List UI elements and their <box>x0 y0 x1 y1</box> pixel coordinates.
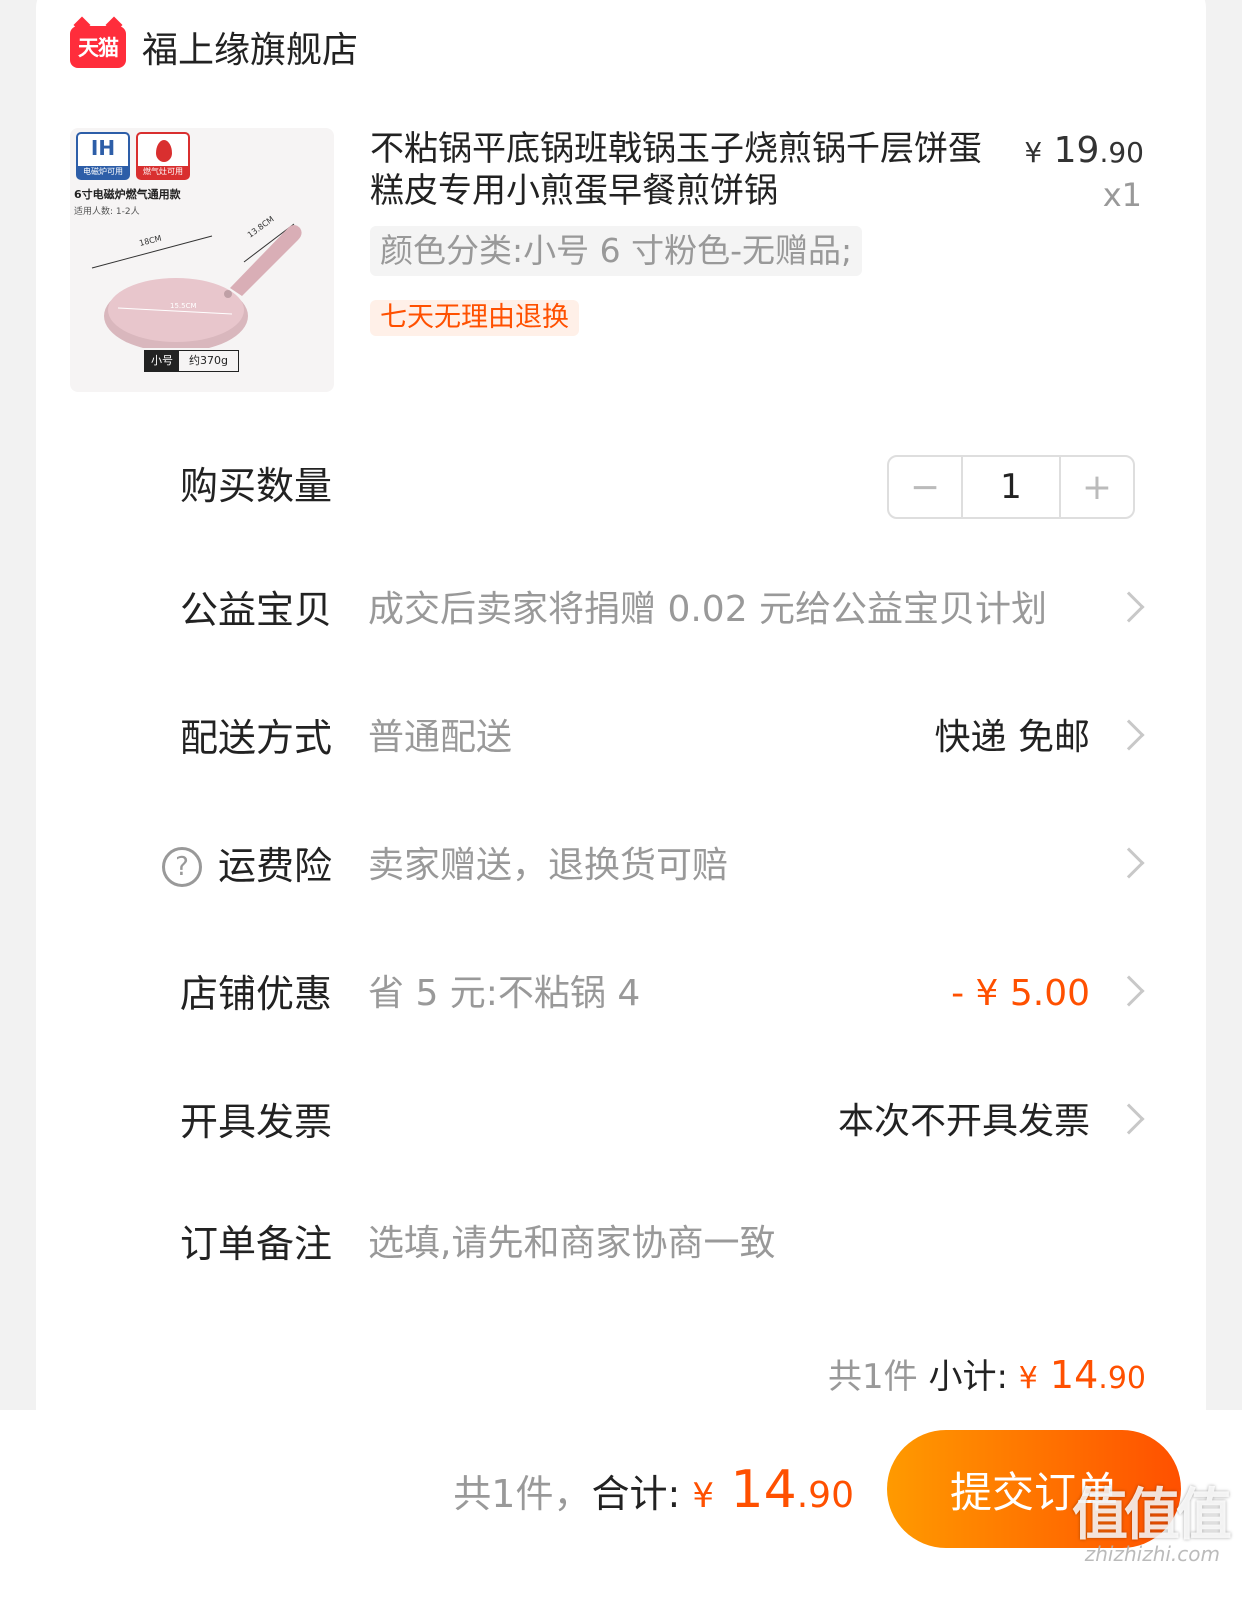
question-circle-icon[interactable]: ? <box>162 847 202 887</box>
watermark: 值值值 <box>1072 1483 1232 1548</box>
product-quantity: x1 <box>1102 176 1142 214</box>
return-policy-tag: 七天无理由退换 <box>370 300 579 336</box>
product-price: ¥ 19.90 <box>1024 130 1144 171</box>
product-sku[interactable]: 颜色分类:小号 6 寸粉色-无赠品; <box>370 226 863 276</box>
store-header[interactable]: 天猫 福上缘旗舰店 <box>70 22 358 72</box>
svg-text:18CM: 18CM <box>138 234 162 248</box>
note-input[interactable]: 选填,请先和商家协商一致 <box>368 1214 775 1274</box>
ih-badge-icon: IH 电磁炉可用 <box>76 132 130 180</box>
order-total: 共1件，合计: ¥ 14.90 <box>453 1460 854 1526</box>
chevron-right-icon[interactable] <box>1113 591 1145 623</box>
decrement-button[interactable]: − <box>889 457 961 517</box>
chevron-right-icon[interactable] <box>1113 1103 1145 1135</box>
delivery-row[interactable]: 配送方式 普通配送 快递 免邮 <box>0 708 1242 768</box>
insurance-row[interactable]: ? 运费险 卖家赠送，退换货可赔 <box>0 836 1242 896</box>
thumb-title: 6寸电磁炉燃气通用款 <box>74 188 181 201</box>
charity-value: 成交后卖家将捐赠 0.02 元给公益宝贝计划 <box>368 589 1048 630</box>
delivery-value: 普通配送 <box>368 717 513 758</box>
tmall-logo: 天猫 <box>70 26 126 68</box>
product-thumbnail[interactable]: IH 电磁炉可用 燃气灶可用 6寸电磁炉燃气通用款 适用人数: 1-2人 18C… <box>70 128 334 392</box>
subtotal-label: 小计: <box>928 1357 1008 1397</box>
coupon-label: 店铺优惠 <box>180 972 333 1016</box>
chevron-right-icon[interactable] <box>1113 719 1145 751</box>
note-label: 订单备注 <box>180 1222 333 1266</box>
store-name[interactable]: 福上缘旗舰店 <box>142 21 358 73</box>
delivery-label: 配送方式 <box>180 716 333 760</box>
svg-text:15.5CM: 15.5CM <box>170 302 197 310</box>
total-amount: ¥ 14.90 <box>692 1460 854 1520</box>
chevron-right-icon[interactable] <box>1113 975 1145 1007</box>
invoice-row[interactable]: 开具发票 本次不开具发票 <box>0 1092 1242 1152</box>
quantity-stepper[interactable]: − 1 + <box>887 455 1135 519</box>
invoice-label: 开具发票 <box>180 1100 333 1144</box>
total-count: 共1件， <box>453 1472 592 1516</box>
pan-illustration: 18CM 13.8CM 15.5CM <box>91 214 302 348</box>
total-label: 合计: <box>591 1472 681 1516</box>
insurance-label: 运费险 <box>218 844 333 888</box>
charity-row[interactable]: 公益宝贝 成交后卖家将捐赠 0.02 元给公益宝贝计划 <box>0 580 1242 640</box>
gas-flame-badge-icon: 燃气灶可用 <box>136 132 190 180</box>
subtotal: 共1件 小计: ¥ 14.90 <box>828 1350 1146 1404</box>
coupon-discount: - ¥ 5.00 <box>951 973 1090 1014</box>
watermark-url: zhizhizhi.com <box>1084 1542 1220 1566</box>
checkout-bar: 共1件，合计: ¥ 14.90 提交订单 值值值 zhizhizhi.com <box>0 1410 1242 1603</box>
note-row: 订单备注 选填,请先和商家协商一致 <box>0 1214 1242 1274</box>
charity-label: 公益宝贝 <box>180 588 333 632</box>
size-tag: 小号 约370g <box>144 350 239 372</box>
insurance-value: 卖家赠送，退换货可赔 <box>368 845 729 886</box>
delivery-method: 快递 免邮 <box>934 717 1090 758</box>
svg-text:13.8CM: 13.8CM <box>246 214 276 239</box>
increment-button[interactable]: + <box>1061 457 1133 517</box>
coupon-row[interactable]: 店铺优惠 省 5 元:不粘锅 4 - ¥ 5.00 <box>0 964 1242 1024</box>
subtotal-count: 共1件 <box>828 1357 918 1397</box>
invoice-value: 本次不开具发票 <box>837 1101 1090 1142</box>
chevron-right-icon[interactable] <box>1113 847 1145 879</box>
subtotal-amount: ¥ 14.90 <box>1018 1353 1146 1397</box>
product-title[interactable]: 不粘锅平底锅班戟锅玉子烧煎锅千层饼蛋糕皮专用小煎蛋早餐煎饼锅 <box>370 128 990 212</box>
quantity-input[interactable]: 1 <box>961 457 1061 517</box>
coupon-value: 省 5 元:不粘锅 4 <box>368 973 641 1014</box>
quantity-label: 购买数量 <box>180 464 333 508</box>
